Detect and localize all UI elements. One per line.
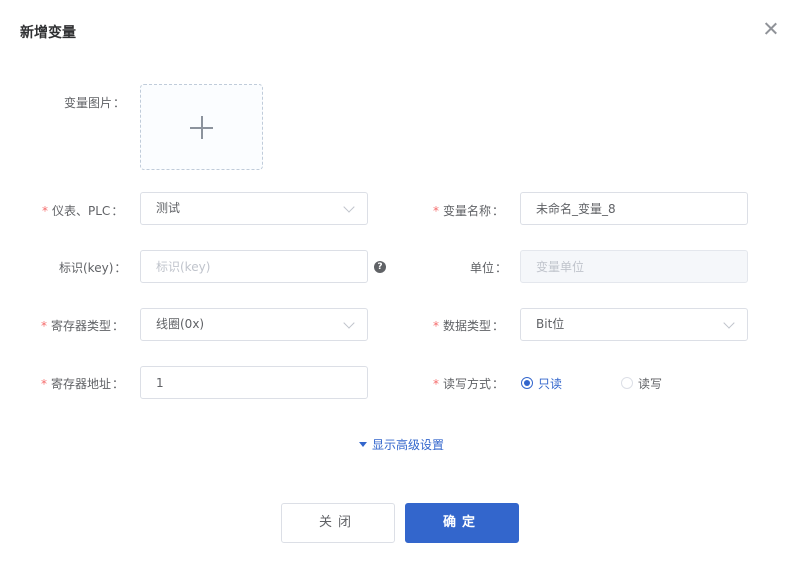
var-name-input[interactable] [520, 192, 748, 225]
var-name-label: * 变量名称： [433, 204, 505, 218]
register-type-label: * 寄存器类型： [41, 319, 125, 333]
chevron-down-icon [343, 317, 355, 329]
chevron-down-icon [723, 317, 735, 329]
radio-checked-icon [521, 377, 533, 389]
instrument-label: * 仪表、PLC： [42, 204, 124, 218]
help-icon[interactable]: ? [374, 261, 386, 273]
add-variable-dialog: 新增变量 变量图片： *仪表、PLC： 测试 *变量名称： 标识(key)： ?… [0, 0, 800, 563]
key-label: 标识(key)： [59, 261, 127, 275]
data-type-label: * 数据类型： [433, 319, 505, 333]
radio-readonly[interactable]: 只读 [521, 375, 562, 391]
confirm-button[interactable]: 确定 [405, 503, 519, 543]
rw-mode-label: * 读写方式： [433, 377, 505, 391]
unit-label: 单位： [470, 261, 508, 275]
show-advanced-link[interactable]: 显示高级设置 [359, 436, 444, 453]
data-type-select[interactable]: Bit位 [520, 308, 748, 341]
unit-input[interactable] [520, 250, 748, 283]
image-upload-area[interactable] [140, 84, 263, 170]
register-type-select[interactable]: 线圈(0x) [140, 308, 368, 341]
radio-readwrite[interactable]: 读写 [621, 375, 662, 391]
caret-down-icon [359, 442, 367, 447]
radio-unchecked-icon [621, 377, 633, 389]
instrument-select[interactable]: 测试 [140, 192, 368, 225]
key-input[interactable] [140, 250, 368, 283]
dialog-title: 新增变量 [20, 25, 76, 41]
close-icon[interactable] [761, 20, 781, 40]
image-label: 变量图片： [64, 96, 126, 110]
register-addr-input[interactable] [140, 366, 368, 399]
close-button[interactable]: 关闭 [281, 503, 395, 543]
register-addr-label: * 寄存器地址： [41, 377, 125, 391]
chevron-down-icon [343, 201, 355, 213]
